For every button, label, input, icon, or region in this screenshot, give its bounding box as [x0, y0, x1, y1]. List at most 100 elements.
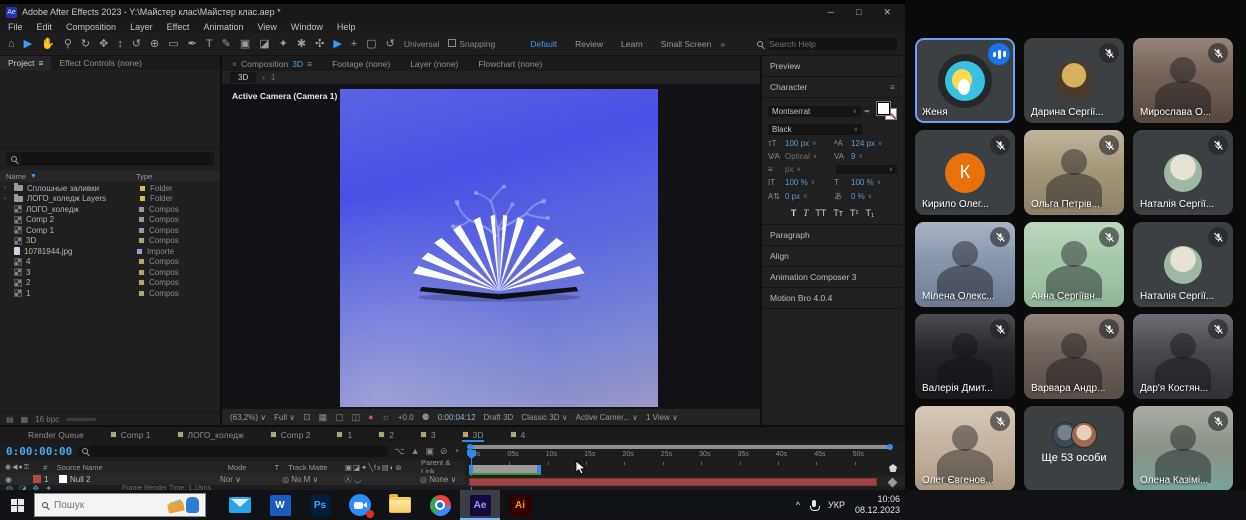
graph-editor-icon[interactable]: ◔	[454, 446, 459, 457]
participant-tile[interactable]: Мілена Олекс... Мілена Олекс...	[915, 222, 1015, 307]
preview-panel-header[interactable]: Preview	[762, 56, 903, 77]
stroke-style-select[interactable]: ∨	[836, 165, 898, 174]
comp-mini-tab[interactable]: 3D	[230, 72, 256, 83]
project-search-input[interactable]	[21, 153, 209, 165]
horizontal-scale-value[interactable]: 100 %	[851, 178, 874, 187]
list-view-icon[interactable]: ▤	[6, 415, 14, 424]
participant-tile[interactable]: Наталія Сергії... Наталія Сергії...	[1133, 222, 1233, 307]
tool-icon[interactable]: ↺	[386, 39, 395, 50]
animation-composer-panel-header[interactable]: Animation Composer 3	[762, 267, 903, 288]
project-item[interactable]: 1 Compos	[0, 288, 220, 299]
font-size-value[interactable]: 100 px	[785, 139, 809, 148]
font-family-select[interactable]: Montserrat∨	[768, 106, 861, 117]
baseline-shift-value[interactable]: 0 px	[785, 192, 800, 201]
label-color-swatch[interactable]	[139, 185, 146, 192]
small-caps-button[interactable]: Tᴛ	[833, 208, 843, 218]
align-panel-header[interactable]: Align	[762, 246, 903, 267]
guides-icon[interactable]: ⊡	[303, 412, 311, 423]
close-tab-icon[interactable]: ×	[232, 59, 237, 69]
fill-stroke-swatches[interactable]	[877, 102, 897, 120]
tool-icon[interactable]: ⊕	[150, 39, 159, 50]
comp-nav-chevron[interactable]: ‹	[262, 73, 265, 82]
participant-tile[interactable]: Дар'я Костян... Дар'я Костян...	[1133, 314, 1233, 399]
taskbar-clock[interactable]: 10:06 08.12.2023	[855, 494, 900, 517]
timeline-comp-tab[interactable]: 3	[420, 427, 436, 442]
expander-icon[interactable]: ›	[4, 185, 10, 191]
participant-tile[interactable]: Олег Євгенов... Олег Євгенов...	[915, 406, 1015, 491]
parent-link-dropdown[interactable]: ◎ None ∨	[420, 475, 456, 484]
project-item[interactable]: Comp 2 Compos	[0, 215, 220, 226]
panel-menu-icon[interactable]: ≡	[38, 58, 43, 68]
participant-tile[interactable]: Ольга Петрів... Ольга Петрів...	[1024, 130, 1124, 215]
tool-icon[interactable]: T	[206, 39, 213, 50]
viewer-timecode[interactable]: 0:00:04:12	[438, 413, 476, 422]
viewer-tab[interactable]: × Footage (none) ≡	[322, 56, 400, 71]
workspace-tab[interactable]: Learn	[621, 39, 643, 49]
participant-tile[interactable]: Женя Женя	[915, 38, 1015, 123]
layer-switches[interactable]: Ⓐ ◡	[344, 474, 420, 485]
participant-tile[interactable]: Валерія Дмит... Валерія Дмит...	[915, 314, 1015, 399]
panel-menu-icon[interactable]: ≡	[890, 82, 895, 92]
view-layout-dropdown[interactable]: 1 View ∨	[646, 413, 678, 422]
project-item[interactable]: 3D Compos	[0, 236, 220, 247]
minimize-button[interactable]: ─	[828, 7, 834, 18]
label-color-swatch[interactable]	[136, 248, 143, 255]
thumbnail-slider[interactable]	[66, 418, 96, 421]
menu-item[interactable]: Layer	[130, 22, 153, 32]
zoom-level-dropdown[interactable]: (63,2%) ∨	[230, 413, 266, 422]
project-columns-header[interactable]: Name▼ Type	[0, 170, 220, 182]
timeline-comp-tab[interactable]: Comp 2	[270, 427, 311, 442]
tool-icon[interactable]: ✋	[41, 39, 55, 50]
timeline-comp-tab[interactable]: 4	[510, 427, 526, 442]
fill-swatch[interactable]	[877, 102, 890, 115]
tsume-value[interactable]: 0 %	[851, 192, 865, 201]
tool-icon[interactable]: ✎	[222, 39, 231, 50]
region-of-interest-icon[interactable]: ◫	[352, 412, 361, 423]
menu-item[interactable]: Composition	[66, 22, 116, 32]
tool-icon[interactable]: ↻	[81, 39, 90, 50]
kerning-value[interactable]: Optical	[785, 152, 810, 161]
project-search[interactable]	[6, 152, 214, 166]
workspace-tab[interactable]: Small Screen	[661, 39, 712, 49]
tray-chevron-icon[interactable]: ^	[796, 500, 800, 510]
tool-icon[interactable]: ✱	[297, 39, 306, 50]
participant-tile[interactable]: Анна Сергіївн... Анна Сергіївн...	[1024, 222, 1124, 307]
participant-tile[interactable]: Олена Казімі... Олена Казімі...	[1133, 406, 1233, 491]
timeline-comp-tab[interactable]: 3D	[462, 427, 484, 442]
expander-icon[interactable]: ›	[4, 196, 10, 202]
timeline-comp-tab[interactable]: 2	[378, 427, 394, 442]
draft-3d-icon[interactable]: ▲	[411, 446, 420, 457]
start-button[interactable]	[0, 499, 34, 512]
label-color-swatch[interactable]	[138, 237, 145, 244]
timeline-search[interactable]	[78, 446, 388, 457]
reset-exposure-icon[interactable]: ☼	[382, 412, 390, 422]
paragraph-panel-header[interactable]: Paragraph	[762, 225, 903, 246]
tool-icon[interactable]: +	[351, 39, 357, 50]
vertical-scale-value[interactable]: 100 %	[785, 178, 808, 187]
taskbar-app-photoshop[interactable]: Ps	[300, 490, 340, 520]
font-style-select[interactable]: Black∨	[768, 124, 862, 135]
timeline-comp-tab[interactable]: ЛОГО_коледж	[177, 427, 244, 442]
tool-icon[interactable]: ▭	[168, 39, 178, 50]
tool-icon[interactable]: ▶	[333, 39, 341, 50]
taskbar-app-zoom[interactable]	[340, 490, 380, 520]
participant-tile[interactable]: Дарина Сергії... Дарина Сергії...	[1024, 38, 1124, 123]
help-search-input[interactable]	[769, 38, 897, 50]
tool-icon[interactable]: ▶	[24, 39, 32, 50]
menu-item[interactable]: View	[257, 22, 276, 32]
all-caps-button[interactable]: TT	[815, 208, 826, 218]
stroke-width-value[interactable]: px	[785, 165, 793, 174]
mask-visibility-icon[interactable]: ▢	[335, 412, 344, 423]
layer-name[interactable]: Null 2	[70, 475, 220, 484]
taskbar-app-explorer[interactable]	[380, 490, 420, 520]
tool-icon[interactable]: ⌂	[8, 39, 15, 50]
taskbar-search-input[interactable]	[54, 500, 144, 511]
exposure-value[interactable]: +0.0	[398, 413, 414, 422]
tool-icon[interactable]: ✦	[279, 39, 288, 50]
menu-item[interactable]: Help	[337, 22, 356, 32]
eyedropper-icon[interactable]: ✒	[864, 107, 874, 116]
participant-tile[interactable]: Наталія Сергії... Наталія Сергії...	[1133, 130, 1233, 215]
timeline-search-input[interactable]	[91, 445, 384, 457]
work-area-bar[interactable]	[469, 465, 541, 473]
overflow-count-label[interactable]: Ще 53 особи	[1024, 452, 1124, 464]
